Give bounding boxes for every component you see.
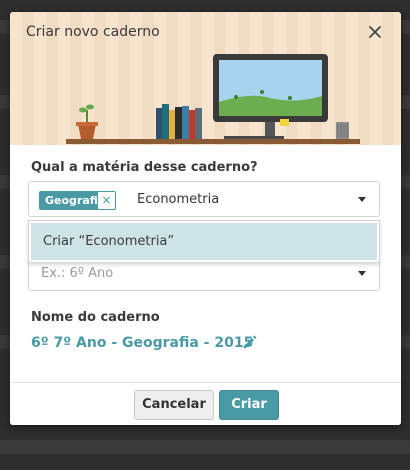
dialog-title: Criar novo caderno — [26, 24, 160, 40]
notebook-name-value: 6º 7º Ano - Geografia - 2015 — [31, 335, 254, 351]
grade-placeholder: Ex.: 6º Ano — [41, 266, 114, 281]
chevron-down-icon[interactable] — [358, 197, 366, 202]
chevron-down-icon[interactable] — [358, 271, 366, 276]
subject-label: Qual a matéria desse caderno? — [31, 160, 258, 175]
remove-tag-icon[interactable]: × — [97, 191, 116, 210]
close-icon-glyph — [369, 26, 381, 38]
pencil-icon[interactable] — [241, 334, 258, 351]
create-button[interactable]: Criar — [219, 390, 279, 420]
backdrop-row — [0, 440, 410, 454]
subject-search-input[interactable]: Econometria — [137, 192, 219, 207]
create-subject-option[interactable]: Criar “Econometria” — [31, 223, 377, 260]
dialog-header: Criar novo caderno — [10, 12, 401, 52]
create-notebook-dialog: Criar novo caderno Qual a matéria desse … — [10, 12, 401, 425]
dialog-footer: Cancelar Criar — [10, 382, 401, 425]
close-icon[interactable] — [367, 24, 383, 40]
cancel-button[interactable]: Cancelar — [134, 390, 214, 420]
pencil-icon-glyph — [243, 335, 257, 349]
subject-select[interactable]: Geografia × Econometria — [28, 181, 380, 217]
subject-dropdown: Criar “Econometria” — [28, 220, 380, 263]
notebook-name-label: Nome do caderno — [31, 310, 160, 325]
